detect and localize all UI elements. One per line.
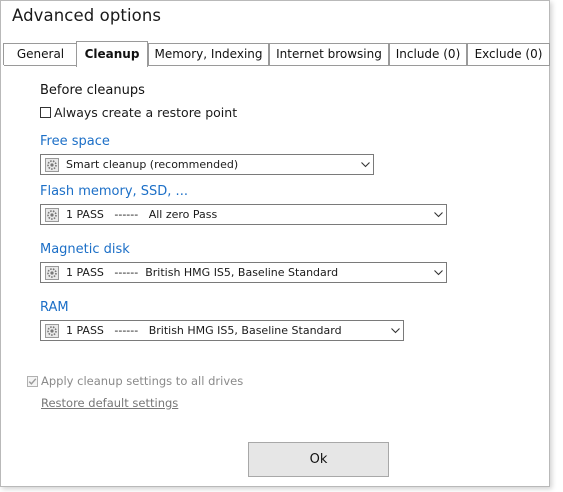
cleanup-panel xyxy=(4,65,550,487)
tab-cleanup[interactable]: Cleanup xyxy=(76,41,148,67)
advanced-options-window: Advanced options General Cleanup Memory,… xyxy=(0,0,550,487)
tab-memory-indexing[interactable]: Memory, Indexing xyxy=(148,43,269,65)
tab-general[interactable]: General xyxy=(3,43,78,65)
tab-exclude[interactable]: Exclude (0) xyxy=(467,43,550,65)
tab-internet-browsing[interactable]: Internet browsing xyxy=(269,43,389,65)
tab-include[interactable]: Include (0) xyxy=(389,43,467,65)
tab-bar: General Cleanup Memory, Indexing Interne… xyxy=(1,1,550,67)
